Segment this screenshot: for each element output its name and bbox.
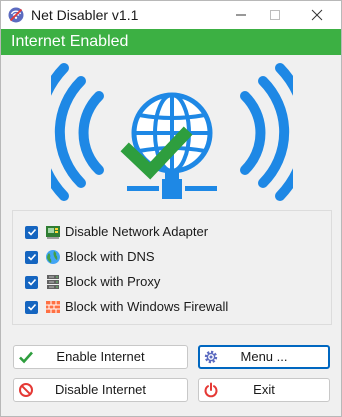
option-block-with-windows-firewall[interactable]: Block with Windows Firewall (25, 297, 228, 317)
enable-internet-label: Enable Internet (56, 349, 145, 364)
firewall-icon (46, 301, 60, 313)
option-disable-network-adapter[interactable]: Disable Network Adapter (25, 222, 208, 242)
checkbox-block-with-proxy[interactable] (25, 275, 38, 289)
exit-button[interactable]: Exit (198, 378, 330, 402)
status-text: Internet Enabled (11, 33, 129, 50)
window-title: Net Disabler v1.1 (31, 7, 139, 23)
menu-label: Menu ... (240, 349, 288, 364)
disable-internet-button[interactable]: Disable Internet (13, 378, 188, 402)
option-label: Block with Proxy (65, 274, 161, 289)
check-mark-icon (27, 278, 36, 286)
exit-label: Exit (253, 382, 275, 397)
menu-button[interactable]: Menu ... (198, 345, 330, 369)
title-bar: Net Disabler v1.1 (1, 1, 341, 29)
checkbox-block-with-dns[interactable] (25, 250, 38, 264)
checkbox-block-with-windows-firewall[interactable] (25, 300, 38, 314)
option-label: Block with DNS (65, 249, 155, 264)
enable-internet-button[interactable]: Enable Internet (13, 345, 188, 369)
check-mark-icon (27, 253, 36, 261)
globe-icon (46, 250, 60, 264)
option-label: Disable Network Adapter (65, 224, 209, 239)
app-window: Net Disabler v1.1 Internet Enabled Disab… (0, 0, 342, 417)
checkbox-disable-network-adapter[interactable] (25, 225, 38, 239)
check-mark-icon (27, 228, 36, 236)
app-logo-icon (8, 7, 24, 23)
option-block-with-dns[interactable]: Block with DNS (25, 247, 155, 267)
blocking-options-group: Disable Network Adapter Block with DNS B… (12, 210, 332, 325)
maximize-button[interactable] (255, 1, 295, 29)
server-icon (47, 275, 59, 289)
close-icon (311, 9, 323, 21)
check-mark-icon (27, 303, 36, 311)
status-banner: Internet Enabled (1, 29, 341, 55)
close-button[interactable] (297, 1, 337, 29)
maximize-icon (270, 10, 280, 20)
option-block-with-proxy[interactable]: Block with Proxy (25, 272, 160, 292)
network-adapter-icon (46, 226, 60, 239)
disable-internet-label: Disable Internet (54, 382, 147, 397)
option-label: Block with Windows Firewall (65, 299, 229, 314)
minimize-icon (236, 14, 246, 16)
wifi-globe-check-icon (51, 63, 293, 201)
